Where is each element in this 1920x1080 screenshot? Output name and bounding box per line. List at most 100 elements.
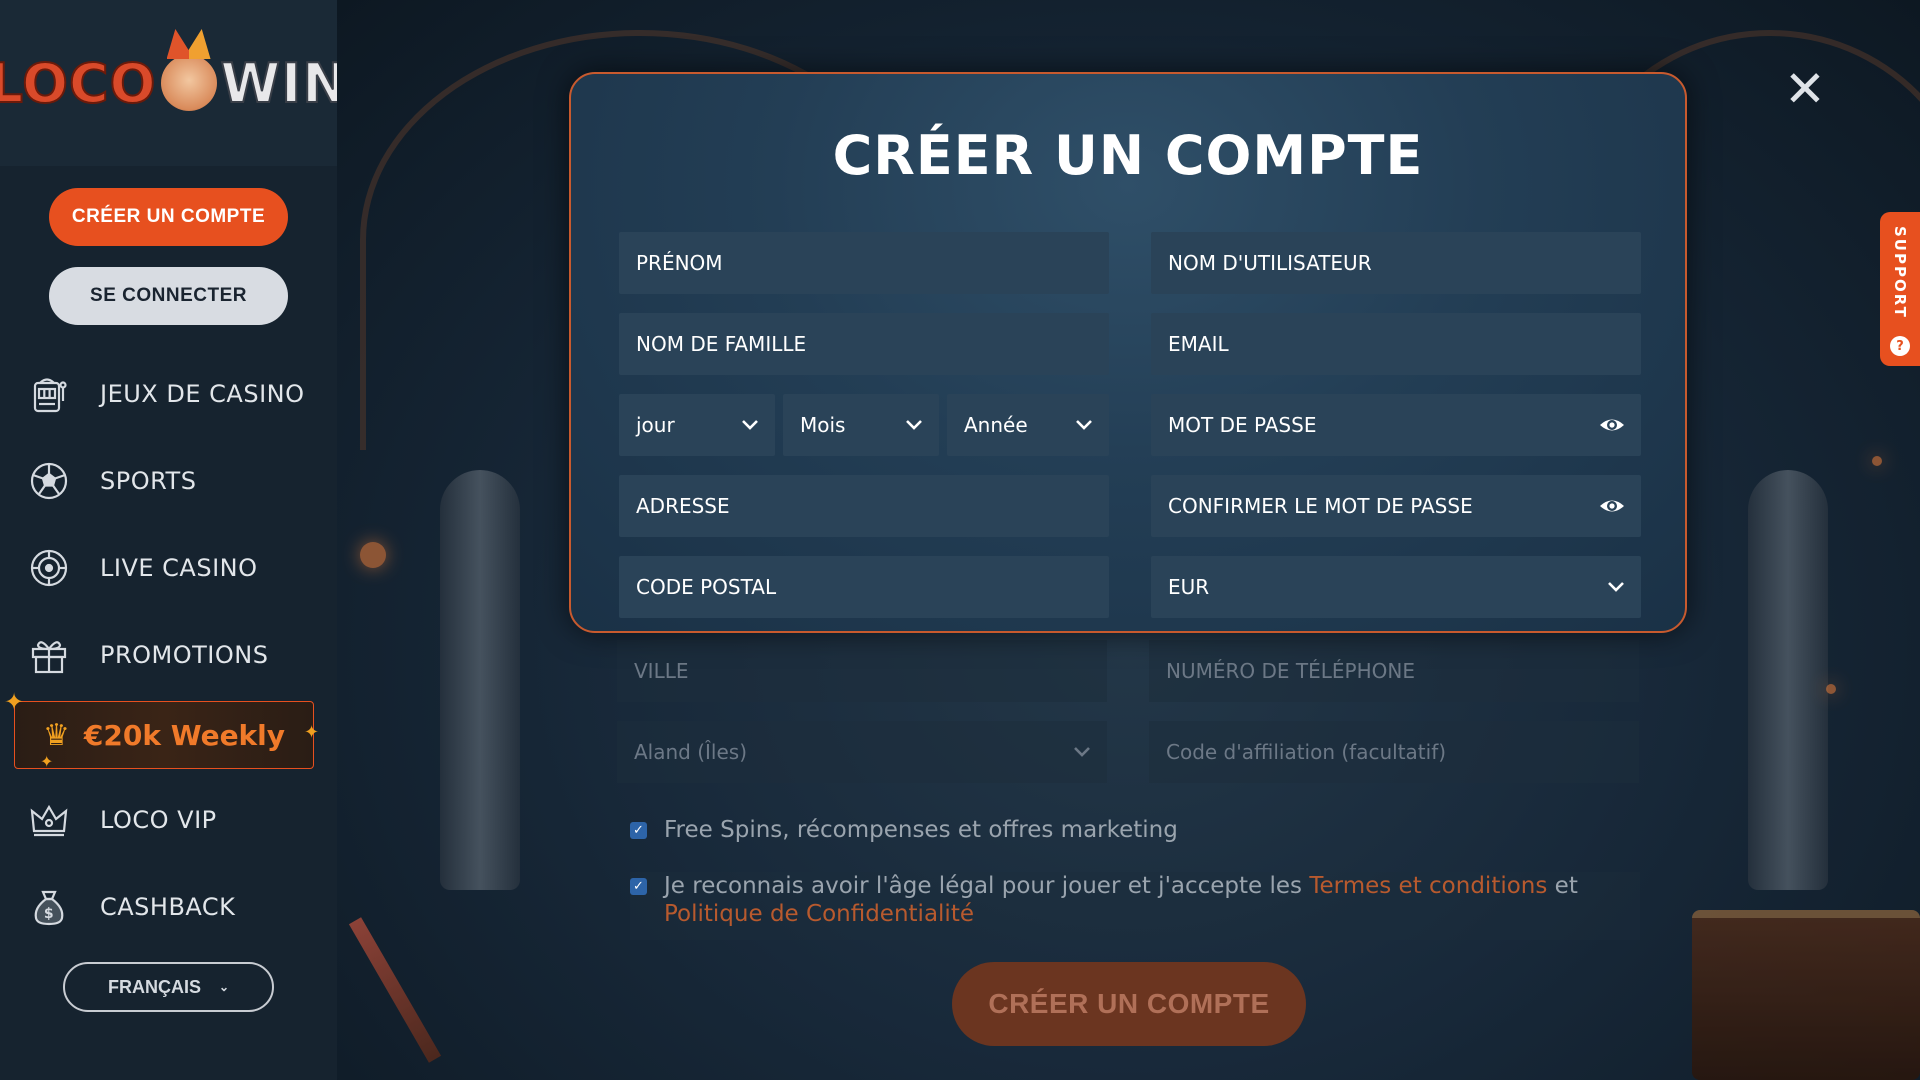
background-lantern [360, 542, 386, 568]
sidebar-item-casino-games[interactable]: JEUX DE CASINO [0, 350, 337, 437]
password-placeholder: MOT DE PASSE [1168, 413, 1317, 437]
sidebar-item-label: LOCO VIP [100, 805, 217, 834]
sidebar: LOCO WIN CRÉER UN COMPTE SE CONNECTER JE… [0, 0, 348, 1080]
sparkle-icon: ✦ [304, 722, 320, 743]
treasure-chest [1692, 910, 1920, 1080]
sidebar-item-label: SPORTS [100, 466, 197, 495]
sidebar-item-label: LIVE CASINO [100, 553, 258, 582]
address-placeholder: ADRESSE [636, 494, 730, 518]
svg-text:$: $ [44, 906, 54, 922]
support-label: SUPPORT [1891, 226, 1909, 319]
submit-create-account-button[interactable]: CRÉER UN COMPTE [952, 962, 1306, 1046]
sidebar-nav: JEUX DE CASINO SPORTS LIVE CASINO PROMOT… [0, 350, 337, 698]
terms-consent-row: ✓ Je reconnais avoir l'âge légal pour jo… [630, 872, 1640, 940]
sidebar-item-label: JEUX DE CASINO [100, 379, 305, 408]
chevron-down-icon: ⌄ [218, 980, 230, 994]
birth-year-select[interactable]: Année [947, 394, 1109, 456]
chevron-down-icon [1074, 747, 1090, 757]
currency-select[interactable]: EUR [1151, 556, 1641, 618]
logo[interactable]: LOCO WIN [0, 51, 349, 116]
support-tab[interactable]: SUPPORT ? [1880, 212, 1920, 366]
terms-consent-checkbox[interactable]: ✓ [630, 878, 647, 895]
city-input[interactable]: VILLE [617, 640, 1107, 702]
crown-icon [28, 799, 70, 841]
confirm-password-input[interactable]: CONFIRMER LE MOT DE PASSE [1151, 475, 1641, 537]
money-bag-icon: $ [28, 886, 70, 928]
weekly-promo-banner[interactable]: ♛ €20k Weekly [14, 701, 314, 769]
sidebar-item-promotions[interactable]: PROMOTIONS [0, 611, 337, 698]
last-name-placeholder: NOM DE FAMILLE [636, 332, 807, 356]
sidebar-item-sports[interactable]: SPORTS [0, 437, 337, 524]
close-icon[interactable]: ✕ [1782, 64, 1828, 114]
postal-code-placeholder: CODE POSTAL [636, 575, 777, 599]
confirm-password-placeholder: CONFIRMER LE MOT DE PASSE [1168, 494, 1473, 518]
country-value: Aland (Îles) [634, 740, 748, 764]
affiliate-code-input[interactable]: Code d'affiliation (facultatif) [1149, 721, 1639, 783]
sparkle-icon: ✦ [4, 688, 25, 716]
sidebar-item-live-casino[interactable]: LIVE CASINO [0, 524, 337, 611]
birth-day-value: jour [636, 413, 675, 437]
background-pillar [440, 470, 520, 890]
username-input[interactable]: NOM D'UTILISATEUR [1151, 232, 1641, 294]
marketing-consent-checkbox[interactable]: ✓ [630, 822, 647, 839]
sidebar-item-label: CASHBACK [100, 892, 236, 921]
phone-placeholder: NUMÉRO DE TÉLÉPHONE [1166, 659, 1415, 683]
chevron-down-icon [1076, 420, 1092, 430]
first-name-placeholder: PRÉNOM [636, 251, 723, 275]
birth-year-value: Année [964, 413, 1028, 437]
birth-day-select[interactable]: jour [619, 394, 775, 456]
sidebar-item-label: PROMOTIONS [100, 640, 269, 669]
city-placeholder: VILLE [634, 659, 689, 683]
terms-and-text: et [1554, 873, 1578, 899]
marketing-consent-row: ✓ Free Spins, récompenses et offres mark… [630, 816, 1178, 844]
privacy-policy-link[interactable]: Politique de Confidentialité [664, 901, 974, 927]
sidebar-nav-secondary: LOCO VIP $ CASHBACK [0, 776, 337, 950]
eye-icon[interactable] [1599, 495, 1625, 517]
modal-title: CRÉER UN COMPTE [832, 124, 1424, 187]
crown-icon: ♛ [42, 717, 70, 753]
sidebar-login-button[interactable]: SE CONNECTER [49, 267, 288, 325]
birth-month-select[interactable]: Mois [783, 394, 939, 456]
background-light [1872, 456, 1882, 466]
chevron-down-icon [1608, 582, 1624, 592]
weekly-banner-label: €20k Weekly [83, 718, 286, 752]
chevron-down-icon [742, 420, 758, 430]
affiliate-placeholder: Code d'affiliation (facultatif) [1166, 740, 1447, 764]
roulette-icon [28, 547, 70, 589]
first-name-input[interactable]: PRÉNOM [619, 232, 1109, 294]
language-label: FRANÇAIS [107, 976, 201, 997]
sidebar-item-cashback[interactable]: $ CASHBACK [0, 863, 337, 950]
terms-consent-label: Je reconnais avoir l'âge légal pour joue… [664, 872, 1578, 928]
sidebar-create-account-button[interactable]: CRÉER UN COMPTE [49, 188, 288, 246]
language-selector[interactable]: FRANÇAIS ⌄ [63, 962, 274, 1012]
marketing-consent-label: Free Spins, récompenses et offres market… [664, 817, 1178, 843]
jester-logo-icon [160, 55, 217, 111]
terms-link[interactable]: Termes et conditions [1309, 873, 1547, 899]
sparkle-icon: ✦ [40, 752, 54, 771]
currency-value: EUR [1168, 575, 1210, 599]
logo-loco-text: LOCO [0, 51, 157, 116]
terms-prefix-text: Je reconnais avoir l'âge légal pour joue… [664, 873, 1303, 899]
question-icon: ? [1890, 336, 1910, 356]
eye-icon[interactable] [1599, 414, 1625, 436]
address-input[interactable]: ADRESSE [619, 475, 1109, 537]
password-input[interactable]: MOT DE PASSE [1151, 394, 1641, 456]
email-input[interactable]: EMAIL [1151, 313, 1641, 375]
logo-area[interactable]: LOCO WIN [0, 0, 348, 166]
birth-month-value: Mois [800, 413, 846, 437]
gift-icon [28, 634, 70, 676]
username-placeholder: NOM D'UTILISATEUR [1168, 251, 1372, 275]
sidebar-item-loco-vip[interactable]: LOCO VIP [0, 776, 337, 863]
chevron-down-icon [906, 420, 922, 430]
soccer-ball-icon [28, 460, 70, 502]
background-pillar [1748, 470, 1828, 890]
background-light [1826, 684, 1836, 694]
country-select[interactable]: Aland (Îles) [617, 721, 1107, 783]
last-name-input[interactable]: NOM DE FAMILLE [619, 313, 1109, 375]
slot-machine-icon [28, 373, 70, 415]
email-placeholder: EMAIL [1168, 332, 1229, 356]
register-modal: CRÉER UN COMPTE PRÉNOM NOM D'UTILISATEUR… [569, 72, 1687, 633]
phone-input[interactable]: NUMÉRO DE TÉLÉPHONE [1149, 640, 1639, 702]
postal-code-input[interactable]: CODE POSTAL [619, 556, 1109, 618]
logo-win-text: WIN [220, 51, 349, 116]
